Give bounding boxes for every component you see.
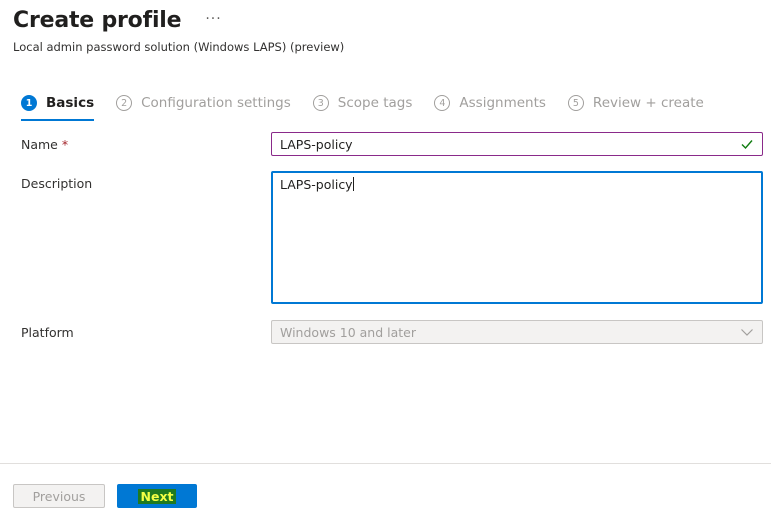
- page-title: Create profile: [13, 8, 182, 33]
- checkmark-icon: [741, 140, 753, 150]
- step-number: 1: [21, 95, 37, 111]
- description-label: Description: [21, 176, 93, 191]
- platform-value: Windows 10 and later: [280, 324, 417, 340]
- platform-dropdown[interactable]: Windows 10 and later: [271, 320, 763, 344]
- previous-button[interactable]: Previous: [13, 484, 105, 508]
- step-label: Configuration settings: [141, 95, 291, 111]
- footer-divider: [0, 463, 771, 464]
- step-label: Basics: [46, 95, 95, 111]
- step-configuration-settings[interactable]: 2 Configuration settings: [116, 93, 291, 113]
- step-label: Review + create: [592, 95, 704, 111]
- step-number: 5: [567, 95, 584, 111]
- step-number: 2: [116, 95, 133, 111]
- name-input-value: LAPS-policy: [280, 136, 353, 152]
- step-scope-tags[interactable]: 3 Scope tags: [312, 93, 413, 113]
- description-value: LAPS-policy: [280, 177, 353, 192]
- step-number: 3: [312, 95, 329, 111]
- description-textarea[interactable]: LAPS-policy: [271, 171, 763, 304]
- step-basics[interactable]: 1 Basics: [21, 93, 95, 121]
- name-input[interactable]: LAPS-policy: [271, 132, 763, 156]
- chevron-down-icon: [741, 329, 753, 336]
- next-button[interactable]: Next: [117, 484, 197, 508]
- step-assignments[interactable]: 4 Assignments: [434, 93, 546, 113]
- next-button-label: Next: [137, 488, 177, 504]
- required-marker: *: [61, 137, 69, 152]
- step-label: Scope tags: [337, 95, 413, 111]
- page-subtitle: Local admin password solution (Windows L…: [13, 40, 345, 54]
- step-review-create[interactable]: 5 Review + create: [567, 93, 704, 113]
- step-number: 4: [434, 95, 451, 111]
- platform-label: Platform: [21, 325, 74, 340]
- wizard-steps: 1 Basics 2 Configuration settings 3 Scop…: [21, 93, 726, 121]
- text-cursor: [352, 177, 354, 191]
- name-label: Name *: [21, 137, 68, 152]
- step-label: Assignments: [459, 95, 546, 111]
- title-row: Create profile ···: [13, 8, 222, 33]
- more-options-button[interactable]: ···: [205, 11, 221, 27]
- name-label-text: Name: [21, 137, 58, 152]
